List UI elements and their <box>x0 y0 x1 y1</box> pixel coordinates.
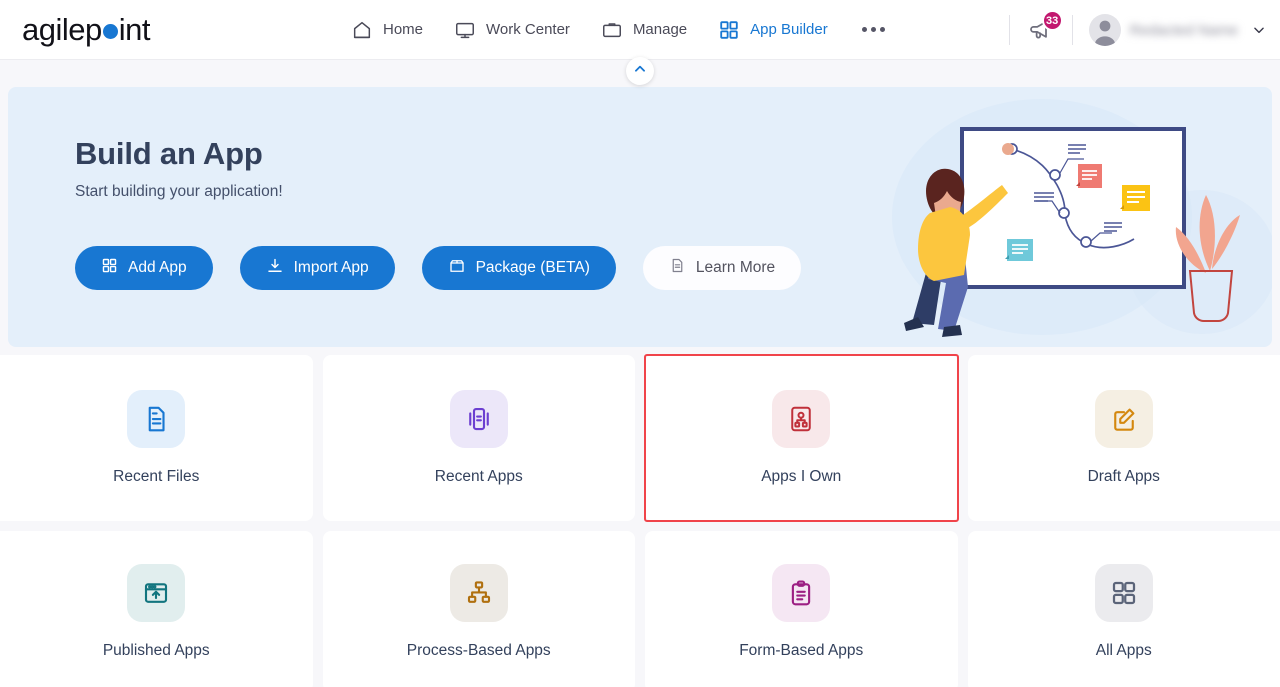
header-divider-1 <box>1008 15 1010 45</box>
logo-dot-icon <box>102 23 118 39</box>
card-slot-process-based-apps: Process-Based Apps <box>322 531 635 687</box>
user-menu[interactable]: Redacted Name <box>1088 14 1266 46</box>
nav-more-menu-icon[interactable] <box>861 27 885 32</box>
edit-square-icon <box>1094 390 1153 448</box>
learn-more-button[interactable]: Learn More <box>642 246 802 290</box>
banner-illustration <box>872 87 1272 347</box>
logo-text-right: int <box>118 11 151 47</box>
nav-label-manage: Manage <box>632 21 688 38</box>
package-beta-label: Package (BETA) <box>475 259 590 276</box>
page-title: Build an App <box>75 136 263 171</box>
top-header: agilep int Home Work Center Manage App B… <box>0 0 1280 60</box>
nav-item-work-center[interactable]: Work Center <box>453 18 570 42</box>
grid-squares-icon <box>1094 563 1153 622</box>
publish-window-icon <box>127 563 186 622</box>
nav-item-manage[interactable]: Manage <box>600 18 687 42</box>
home-icon <box>350 18 374 42</box>
card-label: Form-Based Apps <box>739 641 864 659</box>
app-category-grid: Recent Files Recent Apps Apps I Own Draf… <box>0 354 1280 687</box>
card-process-based-apps[interactable]: Process-Based Apps <box>322 531 635 687</box>
card-label: Apps I Own <box>761 468 842 485</box>
header-right-actions: 33 Redacted Name <box>993 0 1266 60</box>
card-slot-recent-apps: Recent Apps <box>322 355 635 521</box>
header-divider-2 <box>1071 15 1073 45</box>
card-slot-recent-files: Recent Files <box>0 355 313 521</box>
sitemap-icon <box>449 563 508 622</box>
card-recent-files[interactable]: Recent Files <box>0 355 313 521</box>
card-label: Recent Files <box>113 468 200 485</box>
card-recent-apps[interactable]: Recent Apps <box>322 355 635 521</box>
chevron-up-icon <box>633 62 647 81</box>
file-document-icon <box>127 390 186 448</box>
banner-subtitle: Start building your application! <box>75 183 283 200</box>
card-slot-apps-i-own: Apps I Own <box>644 354 959 522</box>
nav-item-home[interactable]: Home <box>350 18 423 42</box>
card-slot-published-apps: Published Apps <box>0 531 313 687</box>
card-all-apps[interactable]: All Apps <box>967 531 1280 687</box>
user-name-label: Redacted Name <box>1129 21 1238 39</box>
clipboard-icon <box>772 563 831 622</box>
package-icon <box>448 257 466 280</box>
build-an-app-banner: Build an App Start building your applica… <box>8 87 1272 347</box>
add-app-label: Add App <box>128 259 187 276</box>
grid-icon <box>717 18 741 42</box>
monitor-icon <box>453 18 477 42</box>
announcements-badge-count: 33 <box>1041 10 1063 31</box>
document-icon <box>669 257 686 279</box>
org-chart-icon <box>772 390 831 448</box>
card-slot-form-based-apps: Form-Based Apps <box>645 531 958 687</box>
learn-more-label: Learn More <box>695 259 776 276</box>
briefcase-icon <box>600 18 624 42</box>
card-published-apps[interactable]: Published Apps <box>0 531 313 687</box>
nav-label-app-builder: App Builder <box>750 21 828 38</box>
card-label: All Apps <box>1095 641 1152 659</box>
logo-text-left: agilep <box>22 11 102 47</box>
main-navigation: Home Work Center Manage App Builder <box>350 18 885 42</box>
card-label: Published Apps <box>102 641 210 659</box>
add-app-button[interactable]: Add App <box>75 246 213 290</box>
banner-actions: Add App Import App Package (BETA) Learn … <box>75 246 802 290</box>
nav-item-app-builder[interactable]: App Builder <box>717 18 828 42</box>
agilepoint-logo[interactable]: agilep int <box>22 11 151 48</box>
import-app-button[interactable]: Import App <box>239 246 395 290</box>
grid-icon <box>101 257 118 279</box>
import-app-label: Import App <box>293 259 369 276</box>
package-beta-button[interactable]: Package (BETA) <box>421 246 616 290</box>
banner-text-block: Build an App Start building your applica… <box>75 136 283 201</box>
card-label: Recent Apps <box>434 468 523 485</box>
nav-label-work-center: Work Center <box>486 21 570 38</box>
card-slot-all-apps: All Apps <box>967 531 1280 687</box>
card-label: Draft Apps <box>1087 468 1160 485</box>
nav-label-home: Home <box>383 21 424 38</box>
download-icon <box>266 257 284 280</box>
megaphone-icon <box>1026 21 1056 49</box>
card-form-based-apps[interactable]: Form-Based Apps <box>645 531 958 687</box>
card-draft-apps[interactable]: Draft Apps <box>967 355 1280 521</box>
announcements-button[interactable]: 33 <box>1026 10 1063 45</box>
avatar <box>1088 14 1121 46</box>
app-root: agilep int Home Work Center Manage App B… <box>0 0 1280 687</box>
card-apps-i-own[interactable]: Apps I Own <box>645 355 958 521</box>
recent-apps-icon <box>449 390 508 448</box>
card-slot-draft-apps: Draft Apps <box>967 355 1280 521</box>
collapse-banner-button[interactable] <box>626 57 654 85</box>
chevron-down-icon <box>1252 23 1266 37</box>
card-label: Process-Based Apps <box>406 641 551 659</box>
